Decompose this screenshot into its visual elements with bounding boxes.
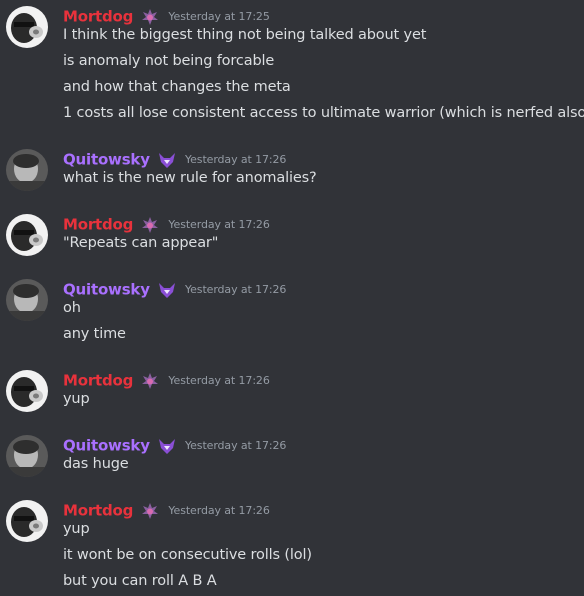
avatar-quitowsky[interactable] — [6, 149, 48, 191]
message-text: yup — [63, 521, 90, 537]
message-text: das huge — [63, 456, 129, 472]
spiky-emblem-icon[interactable] — [141, 372, 159, 390]
avatar-mortdog[interactable] — [6, 214, 48, 256]
spiky-emblem-icon[interactable] — [141, 216, 159, 234]
message-text: but you can roll A B A — [63, 573, 217, 589]
timestamp[interactable]: Yesterday at 17:26 — [168, 374, 269, 387]
timestamp[interactable]: Yesterday at 17:26 — [185, 439, 286, 452]
timestamp[interactable]: Yesterday at 17:26 — [168, 504, 269, 517]
message-text: it wont be on consecutive rolls (lol) — [63, 547, 312, 563]
purple-fox-icon[interactable] — [158, 151, 176, 169]
message-text: yup — [63, 391, 90, 407]
timestamp[interactable]: Yesterday at 17:26 — [185, 153, 286, 166]
message-text: "Repeats can appear" — [63, 235, 219, 251]
purple-fox-icon[interactable] — [158, 437, 176, 455]
purple-fox-icon[interactable] — [158, 281, 176, 299]
timestamp[interactable]: Yesterday at 17:26 — [185, 283, 286, 296]
username[interactable]: Mortdog — [63, 216, 133, 234]
username[interactable]: Mortdog — [63, 372, 133, 390]
username[interactable]: Quitowsky — [63, 437, 150, 455]
avatar-quitowsky[interactable] — [6, 435, 48, 477]
message-text: what is the new rule for anomalies? — [63, 170, 317, 186]
spiky-emblem-icon[interactable] — [141, 502, 159, 520]
timestamp[interactable]: Yesterday at 17:25 — [168, 10, 269, 23]
message-text: 1 costs all lose consistent access to ul… — [63, 105, 584, 121]
message-text: I think the biggest thing not being talk… — [63, 27, 427, 43]
message-text: oh — [63, 300, 81, 316]
spiky-emblem-icon[interactable] — [141, 8, 159, 26]
avatar-quitowsky[interactable] — [6, 279, 48, 321]
avatar-mortdog[interactable] — [6, 6, 48, 48]
username[interactable]: Quitowsky — [63, 281, 150, 299]
avatar-mortdog[interactable] — [6, 500, 48, 542]
message-text: is anomaly not being forcable — [63, 53, 275, 69]
timestamp[interactable]: Yesterday at 17:26 — [168, 218, 269, 231]
username[interactable]: Mortdog — [63, 8, 133, 26]
username[interactable]: Mortdog — [63, 502, 133, 520]
username[interactable]: Quitowsky — [63, 151, 150, 169]
message-text: and how that changes the meta — [63, 79, 291, 95]
message-text: any time — [63, 326, 126, 342]
avatar-mortdog[interactable] — [6, 370, 48, 412]
